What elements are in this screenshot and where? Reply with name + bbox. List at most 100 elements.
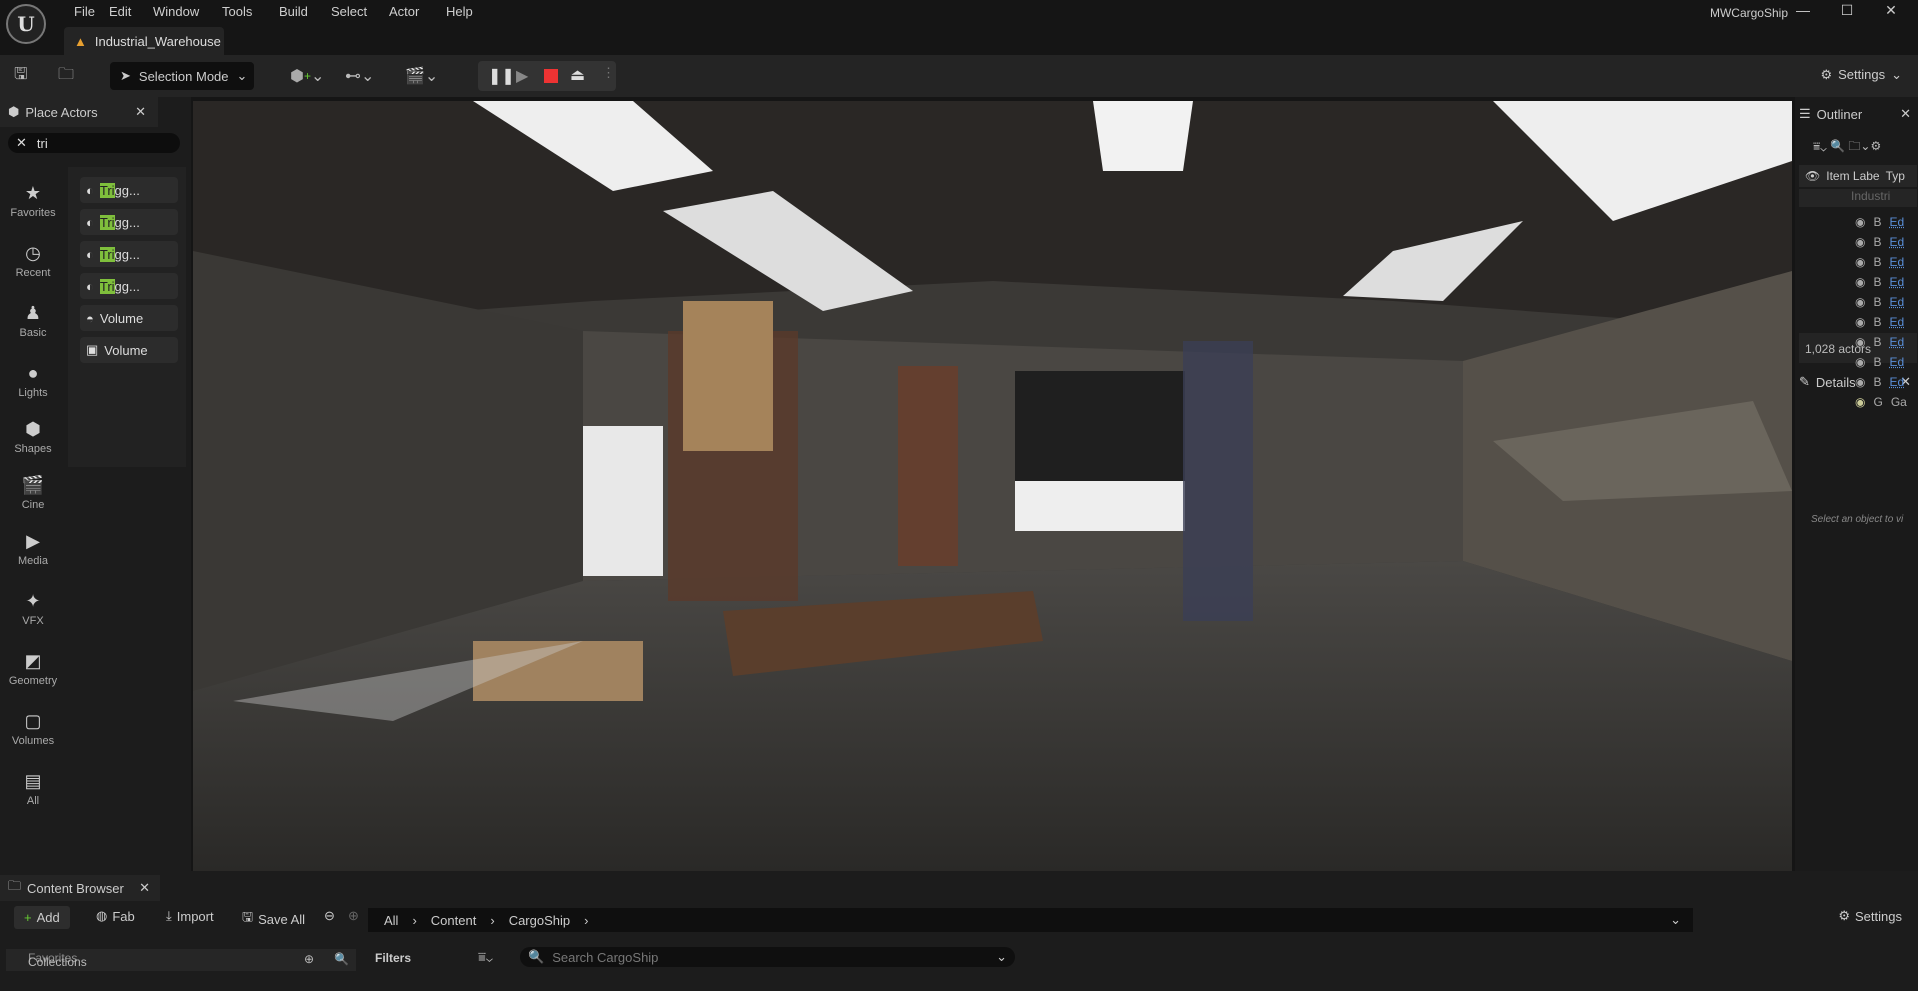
actor-icon: ◉	[1855, 355, 1866, 369]
filters-label[interactable]: Filters	[375, 951, 411, 965]
forward-button[interactable]: ⊕	[348, 908, 359, 924]
back-button[interactable]: ⊖	[324, 908, 335, 924]
outliner-row[interactable]: ◉ B Ed	[1855, 275, 1904, 289]
crumb-content[interactable]: Content	[431, 913, 477, 928]
outliner-row[interactable]: ◉ B Ed	[1855, 235, 1904, 249]
save-icon[interactable]: 🖫	[14, 64, 28, 88]
crumb-all[interactable]: All	[384, 913, 398, 928]
add-actor-icon[interactable]: ⬢ + ⌄	[290, 64, 324, 88]
outliner-toolbar[interactable]: ⩸⌄ 🔍 🗀⌄⚙	[1813, 137, 1881, 158]
close-icon[interactable]: ✕	[1900, 106, 1911, 122]
add-button[interactable]: + Add	[14, 906, 70, 929]
close-icon[interactable]: ✕	[135, 104, 146, 120]
col-item-label[interactable]: Item Labe	[1826, 169, 1879, 183]
row-type[interactable]: Ed	[1890, 355, 1905, 369]
cursor-icon: ➤	[120, 68, 131, 83]
pause-button[interactable]: ❚❚	[488, 66, 515, 86]
crumb-cargoship[interactable]: CargoShip	[509, 913, 570, 928]
chevron-right-icon: ›	[490, 912, 495, 928]
search-collections-icon[interactable]: 🔍	[334, 952, 349, 966]
chevron-down-icon[interactable]: ⌄	[1670, 912, 1681, 928]
unreal-logo[interactable]: U	[6, 4, 46, 44]
category-shapes[interactable]: ⬢ Shapes	[0, 419, 66, 455]
row-type[interactable]: Ed	[1890, 335, 1905, 349]
row-type[interactable]: Ed	[1890, 295, 1905, 309]
selection-mode-dropdown[interactable]: ➤ Selection Mode ⌄	[110, 62, 254, 90]
level-viewport[interactable]	[193, 101, 1792, 871]
row-type[interactable]: Ed	[1890, 235, 1905, 249]
row-type[interactable]: Ed	[1890, 215, 1905, 229]
actor-item-volume[interactable]: ◓ Volume	[80, 305, 178, 331]
clapper-icon: 🎬	[21, 475, 45, 495]
filter-icon[interactable]: ⩸⌄	[478, 949, 493, 965]
category-vfx[interactable]: ✦ VFX	[0, 591, 66, 627]
menu-actor[interactable]: Actor	[389, 4, 419, 19]
category-media[interactable]: ▶ Media	[0, 531, 66, 567]
step-button[interactable]: ▶	[516, 66, 528, 86]
category-cine[interactable]: 🎬 Cine	[0, 475, 66, 511]
menu-help[interactable]: Help	[446, 4, 473, 19]
close-window-button[interactable]: ✕	[1876, 2, 1906, 19]
maximize-button[interactable]: ☐	[1832, 2, 1862, 19]
row-type[interactable]: Ed	[1890, 255, 1905, 269]
minimize-button[interactable]: —	[1788, 2, 1818, 18]
actor-item-volume[interactable]: ▣ Volume	[80, 337, 178, 363]
level-tab[interactable]: ▲ Industrial_Warehouse	[64, 27, 224, 55]
outliner-tab[interactable]: ☰ Outliner ✕	[1799, 101, 1917, 127]
actor-item-trigger-capsule[interactable]: ◐ Trigg...	[80, 209, 178, 235]
category-volumes[interactable]: ▢ Volumes	[0, 711, 66, 747]
menu-file[interactable]: File	[74, 4, 95, 19]
row-type[interactable]: Ed	[1890, 315, 1905, 329]
row-type[interactable]: Ed	[1890, 375, 1905, 389]
basic-shapes-icon: ♟	[24, 303, 42, 323]
outliner-row[interactable]: ◉ B Ed	[1855, 355, 1904, 369]
actor-item-trigger-sphere[interactable]: ◐ Trigg...	[80, 241, 178, 267]
actor-item-trigger-volume[interactable]: ◐ Trigg...	[80, 273, 178, 299]
actor-icon: ◉	[1855, 375, 1866, 389]
add-collection-icon[interactable]: ⊕	[304, 952, 314, 966]
outliner-root-row[interactable]: Industri	[1799, 189, 1917, 207]
eye-icon[interactable]: 👁	[1805, 169, 1820, 183]
content-browser-tab[interactable]: 🗀 Content Browser ✕	[0, 875, 160, 901]
category-all[interactable]: ▤ All	[0, 771, 66, 807]
browse-content-icon[interactable]: 🗀	[58, 64, 74, 88]
import-button[interactable]: ⤓ Import	[166, 908, 214, 924]
category-lights[interactable]: ● Lights	[0, 363, 66, 399]
cinematics-icon[interactable]: 🎬⌄	[405, 64, 438, 88]
outliner-row[interactable]: ◉ B Ed	[1855, 295, 1904, 309]
blueprint-icon[interactable]: ⊷⌄	[345, 64, 374, 88]
stop-button[interactable]	[544, 69, 558, 83]
fab-button[interactable]: ◍ Fab	[96, 908, 135, 924]
menu-tools[interactable]: Tools	[222, 4, 252, 19]
col-type[interactable]: Typ	[1886, 169, 1905, 183]
place-actors-tab[interactable]: ⬢ Place Actors ✕	[0, 97, 158, 127]
content-search-input[interactable]: 🔍 Search CargoShip ⌄	[520, 947, 1015, 967]
eject-button[interactable]: ⏏	[570, 65, 585, 85]
category-basic[interactable]: ♟ Basic	[0, 303, 66, 339]
favorites-collections-header[interactable]: Favorites Collections ⊕ 🔍	[6, 949, 356, 971]
outliner-row[interactable]: ◉ G Ga	[1855, 395, 1907, 409]
sky-volume-icon: ◓	[86, 310, 94, 326]
actor-item-trigger-box[interactable]: ◐ Trigg...	[80, 177, 178, 203]
category-favorites[interactable]: ★ Favorites	[0, 183, 66, 219]
actor-search-input[interactable]: ✕ tri	[8, 133, 180, 153]
menu-edit[interactable]: Edit	[109, 4, 131, 19]
cb-settings-button[interactable]: ⚙ Settings	[1838, 908, 1902, 924]
close-icon[interactable]: ✕	[139, 880, 150, 896]
category-recent[interactable]: ◷ Recent	[0, 243, 66, 279]
save-all-button[interactable]: 🖫 Save All	[242, 908, 305, 930]
outliner-row[interactable]: ◉ B Ed	[1855, 315, 1904, 329]
category-geometry[interactable]: ◩ Geometry	[0, 651, 66, 687]
folder-icon: 🗀	[8, 878, 22, 893]
menu-window[interactable]: Window	[153, 4, 199, 19]
settings-button[interactable]: ⚙ Settings ⌄	[1820, 67, 1902, 83]
outliner-row[interactable]: ◉ B Ed	[1855, 375, 1904, 389]
outliner-row[interactable]: ◉ B Ed	[1855, 215, 1904, 229]
menu-select[interactable]: Select	[331, 4, 367, 19]
more-options-icon[interactable]: ⋮	[602, 65, 615, 81]
menu-build[interactable]: Build	[279, 4, 308, 19]
clear-icon[interactable]: ✕	[16, 135, 27, 151]
outliner-row[interactable]: ◉ B Ed	[1855, 335, 1904, 349]
outliner-row[interactable]: ◉ B Ed	[1855, 255, 1904, 269]
row-type[interactable]: Ed	[1890, 275, 1905, 289]
